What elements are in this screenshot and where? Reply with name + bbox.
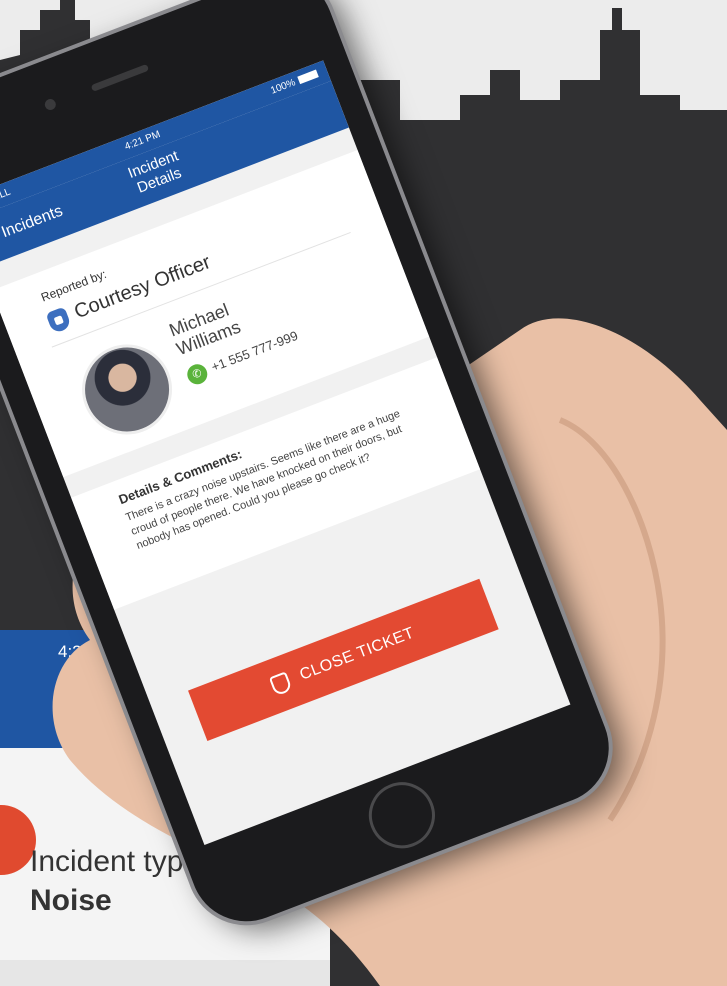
background-divider bbox=[0, 960, 330, 986]
close-ticket-label: CLOSE TICKET bbox=[297, 624, 417, 684]
phone-icon[interactable]: ✆ bbox=[184, 361, 211, 388]
battery-icon bbox=[297, 69, 319, 85]
back-button[interactable]: ← Incidents bbox=[0, 202, 65, 249]
shield-check-icon bbox=[269, 671, 294, 697]
background-time: 4:21 bbox=[58, 642, 92, 661]
back-label: Incidents bbox=[0, 202, 66, 242]
speaker-grille bbox=[90, 63, 150, 92]
police-badge-icon bbox=[45, 306, 72, 334]
avatar bbox=[68, 331, 186, 448]
battery-percent: 100% bbox=[269, 77, 298, 97]
home-button[interactable] bbox=[359, 772, 445, 858]
close-ticket-button[interactable]: CLOSE TICKET bbox=[188, 578, 499, 742]
incident-type-value: Noise bbox=[30, 884, 112, 917]
front-camera bbox=[43, 97, 58, 112]
